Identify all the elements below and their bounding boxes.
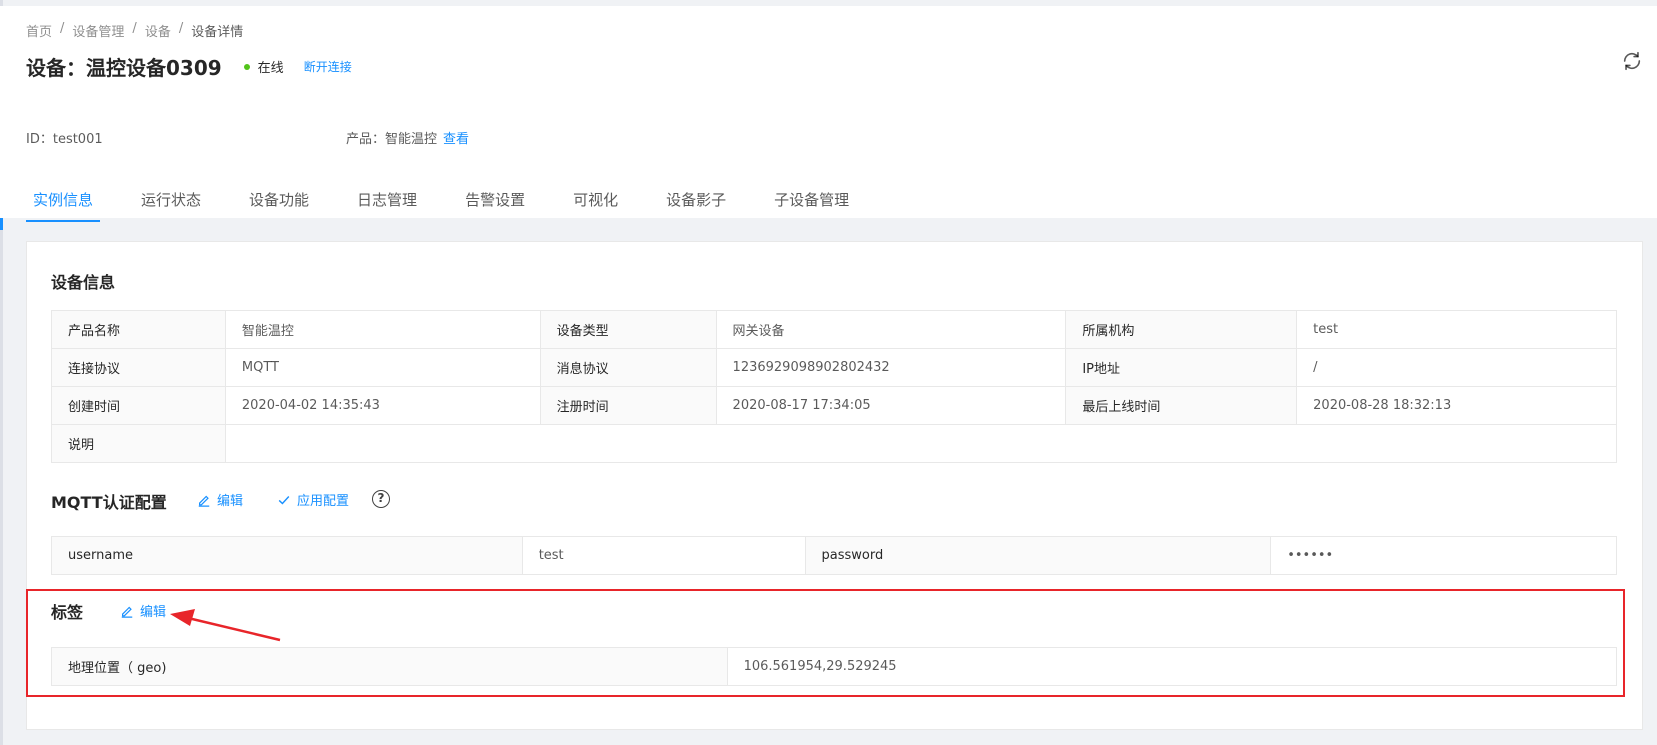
device-id: ID：test001: [26, 132, 103, 147]
tags-edit-button[interactable]: 编辑: [120, 601, 166, 620]
edit-icon: [121, 606, 133, 618]
tab-log-management[interactable]: 日志管理: [350, 182, 424, 224]
apply-config-label: 应用配置: [297, 494, 350, 509]
table-row: 连接协议 MQTT 消息协议 1236929098902802432 IP地址 …: [51, 348, 1617, 387]
breadcrumb-separator: /: [132, 21, 137, 36]
edit-icon: [198, 495, 210, 507]
product-text: 产品：智能温控: [346, 132, 438, 147]
cell-value: 106.561954,29.529245: [726, 647, 1618, 686]
cell-label: 最后上线时间: [1065, 386, 1298, 425]
page-header: 首页 / 设备管理 / 设备 / 设备详情 设备：温控设备0309 在线 断开连接 I…: [0, 6, 1657, 222]
cell-value: 2020-04-02 14:35:43: [224, 386, 541, 425]
tab-visualization[interactable]: 可视化: [566, 182, 625, 224]
breadcrumb-separator: /: [60, 21, 65, 36]
tab-device-shadow[interactable]: 设备影子: [659, 182, 733, 224]
cell-value: ••••••: [1270, 536, 1617, 575]
tags-edit-label: 编辑: [140, 605, 167, 620]
cell-label: 说明: [51, 424, 226, 463]
table-row: 说明: [51, 424, 1618, 463]
cell-label: 创建时间: [51, 386, 226, 425]
cell-label: 设备类型: [539, 310, 717, 349]
cell-value: 智能温控: [224, 310, 541, 349]
mqtt-edit-button[interactable]: 编辑: [197, 490, 243, 509]
cell-label: 连接协议: [51, 348, 226, 387]
cell-label: password: [804, 536, 1272, 575]
breadcrumb-item-current: 设备详情: [191, 25, 244, 40]
table-row: 创建时间 2020-04-02 14:35:43 注册时间 2020-08-17…: [51, 386, 1617, 425]
table-row: 地理位置（ geo) 106.561954,29.529245: [51, 647, 1618, 686]
device-info-table: 产品名称 智能温控 设备类型 网关设备 所属机构 test 连接协议 MQTT …: [51, 310, 1618, 463]
breadcrumb-item-home[interactable]: 首页: [26, 21, 52, 40]
product-view-link[interactable]: 查看: [443, 132, 469, 147]
check-icon: [278, 495, 290, 504]
cell-label: 地理位置（ geo): [51, 647, 728, 686]
description-value: [224, 424, 1618, 463]
page-title: 设备：温控设备0309: [26, 56, 222, 80]
breadcrumb-separator: /: [178, 21, 184, 36]
mqtt-config-table: username test password ••••••: [51, 536, 1617, 575]
cell-label: 注册时间: [539, 386, 717, 425]
breadcrumb-item-device-management[interactable]: 设备管理: [72, 21, 124, 40]
cell-value: 1236929098902802432: [715, 348, 1067, 387]
apply-config-button[interactable]: 应用配置: [277, 490, 349, 509]
cell-label: 消息协议: [539, 348, 717, 387]
disconnect-link[interactable]: 断开连接: [304, 58, 352, 75]
mqtt-section-title: MQTT认证配置: [51, 493, 167, 512]
tab-sub-device-management[interactable]: 子设备管理: [767, 182, 856, 224]
product-info: 产品：智能温控 查看: [346, 128, 469, 147]
cell-value: 2020-08-28 18:32:13: [1296, 386, 1617, 425]
tab-bar: 实例信息 运行状态 设备功能 日志管理 告警设置 可视化 设备影子 子设备管理: [26, 182, 890, 224]
tags-section-title: 标签: [51, 603, 84, 622]
cell-label: IP地址: [1065, 348, 1298, 387]
status-badge: 在线: [257, 61, 284, 76]
annotation-arrow-icon: [170, 609, 281, 642]
cell-value: 网关设备: [715, 310, 1067, 349]
cell-value: MQTT: [224, 348, 541, 387]
cell-value: /: [1296, 348, 1617, 387]
cell-label: 所属机构: [1065, 310, 1298, 349]
breadcrumb: 首页 / 设备管理 / 设备 / 设备详情: [26, 21, 243, 40]
tab-alarm-settings[interactable]: 告警设置: [458, 182, 532, 224]
tab-device-functions[interactable]: 设备功能: [242, 182, 316, 224]
tab-running-status[interactable]: 运行状态: [134, 182, 208, 224]
cell-value: 2020-08-17 17:34:05: [715, 386, 1067, 425]
cell-label: username: [51, 536, 523, 575]
breadcrumb-item-device[interactable]: 设备: [145, 21, 171, 40]
tags-table: 地理位置（ geo) 106.561954,29.529245: [51, 647, 1618, 686]
table-row: 产品名称 智能温控 设备类型 网关设备 所属机构 test: [51, 310, 1617, 349]
online-status-dot: [243, 63, 250, 70]
mqtt-edit-label: 编辑: [217, 494, 244, 509]
cell-value: test: [1296, 310, 1617, 349]
help-icon[interactable]: ?: [372, 490, 390, 508]
cell-label: 产品名称: [51, 310, 226, 349]
cell-value: test: [521, 536, 806, 575]
table-row: username test password ••••••: [51, 536, 1617, 575]
title-row: 设备：温控设备0309 在线 断开连接: [26, 52, 352, 81]
refresh-icon[interactable]: [1621, 50, 1643, 72]
device-info-title: 设备信息: [51, 273, 116, 292]
tab-instance-info[interactable]: 实例信息: [26, 182, 101, 224]
